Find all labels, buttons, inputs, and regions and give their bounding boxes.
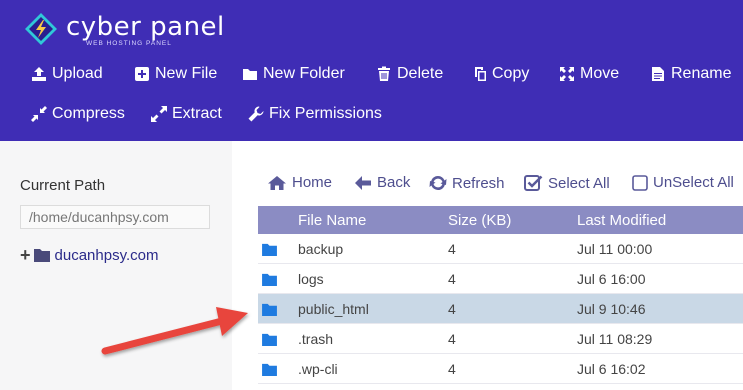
row-name: backup bbox=[298, 241, 344, 257]
extract-button[interactable]: Extract bbox=[151, 105, 222, 123]
select-all-label: Select All bbox=[548, 174, 610, 192]
folder-icon bbox=[262, 243, 277, 256]
upload-icon bbox=[32, 67, 46, 81]
row-name: .trash bbox=[298, 331, 334, 347]
header-file-name[interactable]: File Name bbox=[298, 212, 366, 229]
folder-icon bbox=[33, 249, 50, 262]
file-text-icon bbox=[652, 67, 664, 81]
wrench-icon bbox=[248, 106, 264, 122]
folder-icon bbox=[262, 333, 277, 346]
top-header: cyber panel WEB HOSTING PANEL Upload New… bbox=[0, 0, 743, 141]
compress-label: Compress bbox=[52, 105, 125, 122]
check-square-icon bbox=[524, 175, 543, 191]
rename-button[interactable]: Rename bbox=[650, 65, 731, 83]
brand-title: cyber panel bbox=[66, 12, 225, 42]
home-icon bbox=[268, 175, 286, 190]
refresh-icon bbox=[429, 175, 447, 191]
row-modified: Jul 6 16:02 bbox=[577, 361, 646, 377]
file-manager-main: Home Back Refresh Select All UnSelect Al… bbox=[232, 141, 743, 390]
copy-button[interactable]: Copy bbox=[471, 65, 529, 83]
tree-root-item[interactable]: + ducanhpsy.com bbox=[20, 246, 158, 264]
new-file-label: New File bbox=[155, 65, 218, 82]
move-button[interactable]: Move bbox=[559, 65, 619, 83]
row-size: 4 bbox=[448, 271, 456, 287]
row-modified: Jul 11 00:00 bbox=[577, 241, 653, 257]
copy-icon bbox=[475, 67, 486, 81]
refresh-button[interactable]: Refresh bbox=[429, 174, 505, 192]
plus-square-icon bbox=[135, 67, 149, 81]
row-size: 4 bbox=[448, 301, 456, 317]
table-header: File Name Size (KB) Last Modified bbox=[258, 206, 743, 234]
row-modified: Jul 11 08:29 bbox=[577, 331, 653, 347]
expand-plus-icon[interactable]: + bbox=[20, 246, 31, 264]
row-size: 4 bbox=[448, 361, 456, 377]
folder-icon bbox=[262, 363, 277, 376]
table-row[interactable]: .wp-cli 4 Jul 6 16:02 bbox=[258, 354, 743, 384]
compress-icon bbox=[31, 106, 47, 122]
new-file-button[interactable]: New File bbox=[134, 65, 217, 83]
fix-permissions-label: Fix Permissions bbox=[269, 105, 382, 122]
row-modified: Jul 9 10:46 bbox=[577, 301, 646, 317]
move-icon bbox=[560, 67, 574, 81]
extract-label: Extract bbox=[172, 105, 222, 122]
refresh-label: Refresh bbox=[452, 174, 505, 192]
home-button[interactable]: Home bbox=[267, 174, 332, 191]
folder-icon bbox=[243, 69, 257, 80]
table-row[interactable]: .trash 4 Jul 11 08:29 bbox=[258, 324, 743, 354]
cyberpanel-logo-icon bbox=[25, 13, 57, 45]
delete-label: Delete bbox=[397, 65, 444, 82]
back-button[interactable]: Back bbox=[354, 174, 410, 191]
current-path-field[interactable]: /home/ducanhpsy.com bbox=[20, 205, 210, 229]
move-label: Move bbox=[580, 65, 620, 82]
header-size[interactable]: Size (KB) bbox=[448, 212, 511, 229]
compress-button[interactable]: Compress bbox=[31, 105, 125, 123]
home-label: Home bbox=[292, 174, 333, 191]
rename-label: Rename bbox=[671, 65, 732, 82]
table-row[interactable]: backup 4 Jul 11 00:00 bbox=[258, 234, 743, 264]
current-path-label: Current Path bbox=[20, 177, 106, 194]
fix-permissions-button[interactable]: Fix Permissions bbox=[248, 105, 382, 123]
expand-icon bbox=[151, 106, 167, 122]
row-name: public_html bbox=[298, 301, 369, 317]
row-size: 4 bbox=[448, 331, 456, 347]
trash-icon bbox=[378, 66, 390, 81]
table-row-selected[interactable]: public_html 4 Jul 9 10:46 bbox=[258, 294, 743, 324]
delete-button[interactable]: Delete bbox=[376, 65, 443, 83]
table-row[interactable]: logs 4 Jul 6 16:00 bbox=[258, 264, 743, 294]
unselect-all-button[interactable]: UnSelect All bbox=[632, 174, 734, 191]
row-name: .wp-cli bbox=[298, 361, 338, 377]
back-label: Back bbox=[377, 174, 411, 191]
square-icon bbox=[632, 174, 648, 191]
unselect-all-label: UnSelect All bbox=[653, 174, 734, 191]
select-all-button[interactable]: Select All bbox=[524, 174, 610, 192]
upload-label: Upload bbox=[52, 65, 103, 82]
row-modified: Jul 6 16:00 bbox=[577, 271, 646, 287]
folder-icon bbox=[262, 273, 277, 286]
back-arrow-icon bbox=[355, 175, 371, 190]
sidebar: Current Path /home/ducanhpsy.com + ducan… bbox=[0, 141, 232, 390]
header-last-modified[interactable]: Last Modified bbox=[577, 212, 666, 229]
new-folder-button[interactable]: New Folder bbox=[242, 65, 345, 83]
upload-button[interactable]: Upload bbox=[31, 65, 103, 83]
copy-label: Copy bbox=[492, 65, 530, 82]
row-name: logs bbox=[298, 271, 324, 287]
folder-icon bbox=[262, 303, 277, 316]
brand-logo[interactable]: cyber panel WEB HOSTING PANEL bbox=[24, 12, 225, 47]
tree-root-label: ducanhpsy.com bbox=[54, 246, 159, 264]
new-folder-label: New Folder bbox=[263, 65, 345, 82]
row-size: 4 bbox=[448, 241, 456, 257]
